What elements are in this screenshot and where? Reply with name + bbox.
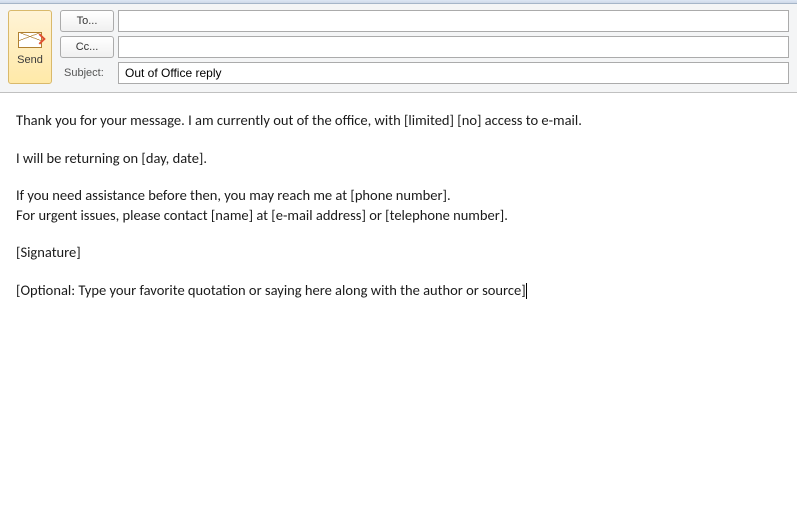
- compose-header: Send To... Cc... Subject:: [0, 4, 797, 93]
- cc-button[interactable]: Cc...: [60, 36, 114, 58]
- send-label: Send: [17, 54, 43, 66]
- body-paragraph: If you need assistance before then, you …: [16, 186, 781, 206]
- to-button[interactable]: To...: [60, 10, 114, 32]
- envelope-send-icon: [18, 32, 42, 48]
- body-paragraph: [Optional: Type your favorite quotation …: [16, 281, 781, 301]
- message-body[interactable]: Thank you for your message. I am current…: [0, 93, 797, 513]
- to-row: To...: [60, 10, 789, 32]
- subject-input[interactable]: [118, 62, 789, 84]
- cc-input[interactable]: [118, 36, 789, 58]
- fields-area: To... Cc... Subject:: [60, 10, 789, 84]
- body-paragraph: Thank you for your message. I am current…: [16, 111, 781, 131]
- subject-row: Subject:: [60, 62, 789, 84]
- body-paragraph: For urgent issues, please contact [name]…: [16, 206, 781, 226]
- body-paragraph: [Signature]: [16, 243, 781, 263]
- body-paragraph: I will be returning on [day, date].: [16, 149, 781, 169]
- cc-row: Cc...: [60, 36, 789, 58]
- send-button[interactable]: Send: [8, 10, 52, 84]
- to-input[interactable]: [118, 10, 789, 32]
- subject-label: Subject:: [60, 67, 114, 79]
